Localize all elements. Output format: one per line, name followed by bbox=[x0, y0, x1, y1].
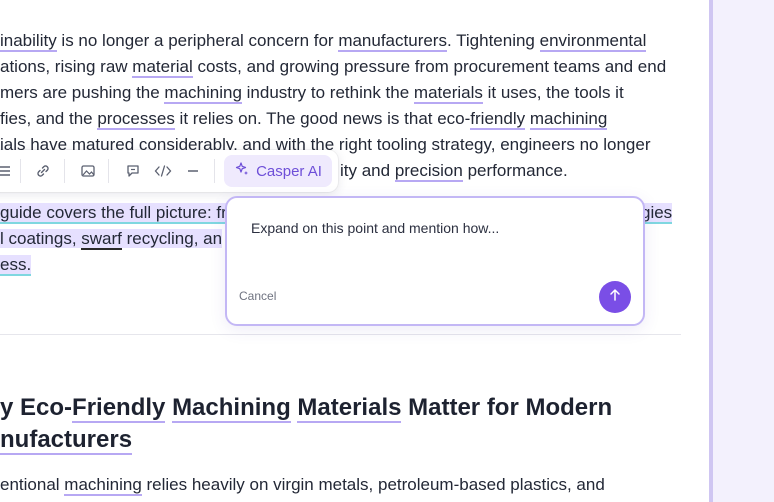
ai-prompt-input[interactable]: Expand on this point and mention how... bbox=[251, 220, 499, 236]
paragraph-line: entional machining relies heavily on vir… bbox=[0, 472, 605, 498]
selected-text-line[interactable]: guide covers the full picture: fr bbox=[0, 200, 227, 226]
text-run: mers are pushing the bbox=[0, 83, 165, 102]
spell-flag-word[interactable]: Materials bbox=[297, 394, 402, 423]
list-icon[interactable] bbox=[0, 161, 14, 181]
text-run: performance. bbox=[462, 161, 568, 180]
document-editor[interactable]: inability is no longer a peripheral conc… bbox=[0, 0, 709, 502]
send-button[interactable] bbox=[599, 281, 631, 313]
selected-text-line[interactable]: ess. bbox=[0, 252, 32, 278]
spell-flag-word[interactable]: machining bbox=[529, 109, 608, 130]
spell-flag-word[interactable]: materials bbox=[413, 83, 483, 104]
section-heading: nufacturers bbox=[0, 424, 133, 456]
heading-run: y Eco- bbox=[0, 394, 73, 421]
ai-prompt-panel: Expand on this point and mention how... … bbox=[225, 196, 645, 326]
section-heading: y Eco-Friendly Machining Materials Matte… bbox=[0, 392, 612, 424]
horizontal-rule-icon[interactable] bbox=[183, 161, 203, 181]
cancel-button[interactable]: Cancel bbox=[239, 289, 276, 303]
spell-flag-word[interactable]: environmental bbox=[539, 31, 647, 52]
text-run: costs, and growing pressure from procure… bbox=[192, 57, 667, 76]
section-divider bbox=[0, 334, 681, 335]
toolbar-separator bbox=[64, 159, 65, 183]
text-run: is no longer a peripheral concern for bbox=[56, 31, 339, 50]
selected-text[interactable]: gies bbox=[641, 203, 673, 224]
text-run: ations, rising raw bbox=[0, 57, 133, 76]
text-run: industry to rethink the bbox=[241, 83, 414, 102]
heading-run: Matter for Modern bbox=[401, 394, 613, 421]
text-run: . Tightening bbox=[446, 31, 540, 50]
spell-flag-word[interactable]: machining bbox=[164, 83, 242, 104]
formatting-toolbar: Casper AI bbox=[0, 150, 338, 192]
selected-text[interactable]: ess. bbox=[0, 255, 32, 276]
text-run: it relies on. The good news is that eco- bbox=[174, 109, 471, 128]
text-run: relies heavily on virgin metals, petrole… bbox=[141, 475, 605, 494]
arrow-up-icon bbox=[608, 288, 622, 307]
toolbar-separator bbox=[20, 159, 21, 183]
spell-flag-word[interactable]: machining bbox=[64, 475, 142, 496]
spell-flag-word[interactable]: manufacturers bbox=[338, 31, 447, 52]
paragraph-line: fies, and the processes it relies on. Th… bbox=[0, 106, 608, 132]
toolbar-separator bbox=[108, 159, 109, 183]
spell-flag-word[interactable]: Machining bbox=[172, 394, 291, 423]
image-icon[interactable] bbox=[78, 161, 98, 181]
selected-text[interactable]: swarf bbox=[81, 229, 122, 250]
spell-flag-word[interactable]: inability bbox=[0, 31, 57, 52]
spell-flag-word[interactable]: precision bbox=[394, 161, 463, 182]
selected-text[interactable]: l coatings, bbox=[0, 229, 82, 248]
paragraph-line: ations, rising raw material costs, and g… bbox=[0, 54, 666, 80]
text-run: entional bbox=[0, 475, 65, 494]
selected-text[interactable]: recycling, an bbox=[121, 229, 223, 248]
text-run: it uses, the tools it bbox=[482, 83, 624, 102]
link-icon[interactable] bbox=[33, 161, 53, 181]
spell-flag-word[interactable]: Friendly bbox=[72, 394, 166, 423]
paragraph-line: ity and precision performance. bbox=[340, 158, 568, 184]
comment-icon[interactable] bbox=[123, 161, 143, 181]
sparkle-icon bbox=[234, 161, 250, 181]
spell-flag-word[interactable]: nufacturers bbox=[0, 426, 133, 455]
selected-text[interactable]: guide covers the full picture: fr bbox=[0, 203, 227, 224]
text-run: ity and bbox=[340, 161, 395, 180]
toolbar-separator bbox=[214, 159, 215, 183]
paragraph-line: inability is no longer a peripheral conc… bbox=[0, 28, 647, 54]
selected-text-line[interactable]: gies bbox=[641, 200, 673, 226]
side-panel bbox=[713, 0, 774, 502]
spell-flag-word[interactable]: processes bbox=[97, 109, 175, 130]
spell-flag-word[interactable]: friendly bbox=[470, 109, 526, 130]
text-run: fies, and the bbox=[0, 109, 98, 128]
selected-text-line[interactable]: l coatings, swarf recycling, an bbox=[0, 226, 223, 252]
paragraph-line: mers are pushing the machining industry … bbox=[0, 80, 624, 106]
casper-ai-label: Casper AI bbox=[256, 162, 322, 180]
spell-flag-word[interactable]: material bbox=[132, 57, 193, 78]
casper-ai-button[interactable]: Casper AI bbox=[224, 155, 332, 187]
code-icon[interactable] bbox=[153, 161, 173, 181]
